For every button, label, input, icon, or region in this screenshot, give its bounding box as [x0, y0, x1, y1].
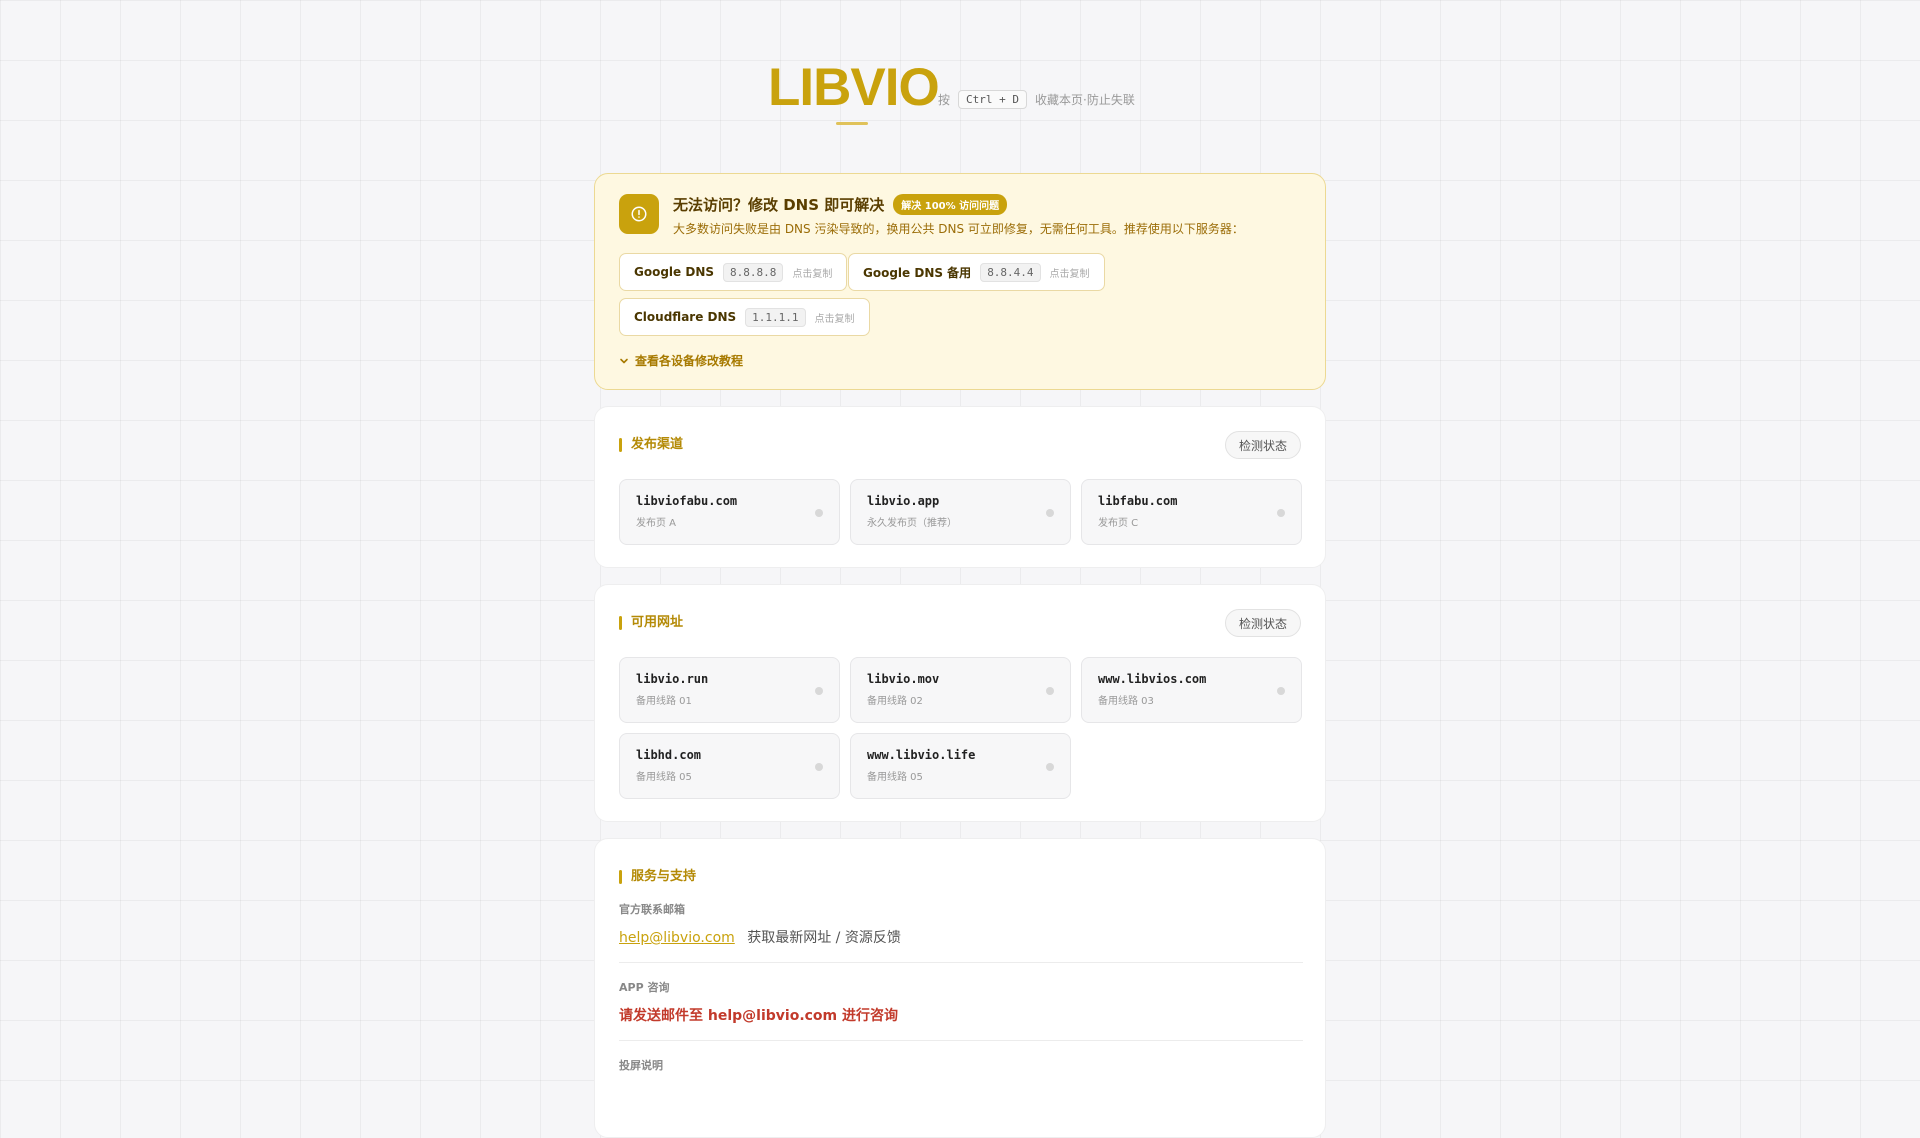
dns-ip: 1.1.1.1 — [745, 307, 806, 327]
status-dot — [1046, 509, 1054, 517]
link-domain: libvio.run — [636, 672, 709, 686]
email-note: 获取最新网址 / 资源反馈 — [747, 930, 901, 946]
link-domain: www.libvio.life — [867, 748, 976, 762]
link-desc: 发布页 A — [636, 518, 677, 529]
copy-label: 点击复制 — [792, 268, 833, 280]
dns-name: Google DNS — [634, 265, 715, 279]
mirrors-title: 可用网址 — [619, 615, 683, 631]
link-desc: 备用线路 02 — [867, 696, 923, 707]
link-domain: libvio.mov — [867, 672, 940, 686]
link-card[interactable]: libhd.com 备用线路 05 — [619, 733, 840, 799]
link-domain: libhd.com — [636, 748, 702, 762]
link-card[interactable]: libvio.mov 备用线路 02 — [850, 657, 1071, 723]
cast-section: 投屏说明 — [619, 1057, 1303, 1073]
dns-name: Google DNS 备用 — [863, 265, 972, 280]
dns-ip: 8.8.4.4 — [980, 262, 1041, 282]
tutorial-label: 查看各设备修改教程 — [635, 354, 744, 368]
copy-label: 点击复制 — [1049, 268, 1090, 280]
link-card[interactable]: libfabu.com 发布页 C — [1081, 479, 1302, 545]
service-title: 服务与支持 — [619, 869, 696, 885]
link-domain: libviofabu.com — [636, 494, 738, 508]
dns-ip: 8.8.8.8 — [723, 262, 784, 282]
status-dot — [815, 509, 823, 517]
status-dot — [1277, 509, 1285, 517]
dns-notice-card: 无法访问？修改 DNS 即可解决 解决 100% 访问问题 大多数访问失败是由 … — [594, 173, 1326, 390]
status-dot — [815, 763, 823, 771]
dns-name: Cloudflare DNS — [634, 310, 737, 324]
alert-circle-icon — [619, 194, 659, 234]
dns-chip-google[interactable]: Google DNS 8.8.8.8 点击复制 — [619, 253, 848, 291]
hint-prefix: 按 — [938, 93, 951, 107]
status-dot — [1277, 687, 1285, 695]
app-section: APP 咨询 请发送邮件至 help@libvio.com 进行咨询 — [619, 979, 1303, 1025]
link-card[interactable]: libviofabu.com 发布页 A — [619, 479, 840, 545]
dns-tutorial-toggle[interactable]: 查看各设备修改教程 — [619, 352, 743, 369]
link-desc: 备用线路 05 — [867, 772, 923, 783]
link-domain: www.libvios.com — [1098, 672, 1207, 686]
link-card[interactable]: libvio.run 备用线路 01 — [619, 657, 840, 723]
dns-chip-google-backup[interactable]: Google DNS 备用 8.8.4.4 点击复制 — [848, 253, 1105, 291]
shortcut-key: Ctrl + D — [958, 90, 1027, 109]
chevron-down-icon — [620, 358, 628, 363]
copy-label: 点击复制 — [814, 313, 855, 325]
site-logo: LIBVIO — [768, 58, 940, 117]
mirrors-check-status-button[interactable]: 检测状态 — [1224, 609, 1301, 637]
dns-chip-cloudflare[interactable]: Cloudflare DNS 1.1.1.1 点击复制 — [619, 298, 870, 336]
main-container: 无法访问？修改 DNS 即可解决 解决 100% 访问问题 大多数访问失败是由 … — [594, 173, 1326, 1138]
link-desc: 备用线路 01 — [636, 696, 692, 707]
service-support-card: 服务与支持 官方联系邮箱 help@libvio.com 获取最新网址 / 资源… — [594, 838, 1326, 1138]
email-link[interactable]: help@libvio.com — [619, 930, 735, 946]
link-desc: 发布页 C — [1098, 518, 1139, 529]
app-label: APP 咨询 — [619, 981, 670, 994]
link-card[interactable]: www.libvio.life 备用线路 05 — [850, 733, 1071, 799]
mirror-sites-card: 可用网址 检测状态 libvio.run 备用线路 01 libvio.mov … — [594, 584, 1326, 822]
email-label: 官方联系邮箱 — [619, 903, 685, 916]
link-domain: libfabu.com — [1098, 494, 1178, 508]
app-inquiry-text: 请发送邮件至 help@libvio.com 进行咨询 — [619, 1008, 899, 1024]
link-desc: 备用线路 05 — [636, 772, 692, 783]
divider — [619, 1040, 1303, 1041]
release-title: 发布渠道 — [619, 437, 683, 453]
divider — [619, 962, 1303, 963]
logo-underline — [836, 122, 868, 125]
link-desc: 备用线路 03 — [1098, 696, 1154, 707]
release-channel-card: 发布渠道 检测状态 libviofabu.com 发布页 A libvio.ap… — [594, 406, 1326, 568]
link-card[interactable]: www.libvios.com 备用线路 03 — [1081, 657, 1302, 723]
link-card[interactable]: libvio.app 永久发布页（推荐） — [850, 479, 1071, 545]
link-domain: libvio.app — [867, 494, 940, 508]
dns-badge: 解决 100% 访问问题 — [893, 194, 1008, 215]
hint-suffix: 收藏本页·防止失联 — [1035, 93, 1135, 107]
status-dot — [1046, 687, 1054, 695]
status-dot — [815, 687, 823, 695]
dns-title-row: 无法访问？修改 DNS 即可解决 解决 100% 访问问题 — [673, 194, 1008, 215]
email-line: help@libvio.com 获取最新网址 / 资源反馈 — [619, 927, 1303, 947]
dns-description: 大多数访问失败是由 DNS 污染导致的，换用公共 DNS 可立即修复，无需任何工… — [673, 222, 1244, 236]
dns-title: 无法访问？修改 DNS 即可解决 — [673, 196, 885, 214]
email-section: 官方联系邮箱 help@libvio.com 获取最新网址 / 资源反馈 — [619, 901, 1303, 947]
bookmark-hint: 按 Ctrl + D 收藏本页·防止失联 — [938, 90, 1135, 109]
link-desc: 永久发布页（推荐） — [867, 518, 957, 529]
release-check-status-button[interactable]: 检测状态 — [1224, 431, 1301, 459]
page-header: LIBVIO 按 Ctrl + D 收藏本页·防止失联 — [0, 58, 1920, 128]
status-dot — [1046, 763, 1054, 771]
cast-label: 投屏说明 — [619, 1059, 663, 1072]
